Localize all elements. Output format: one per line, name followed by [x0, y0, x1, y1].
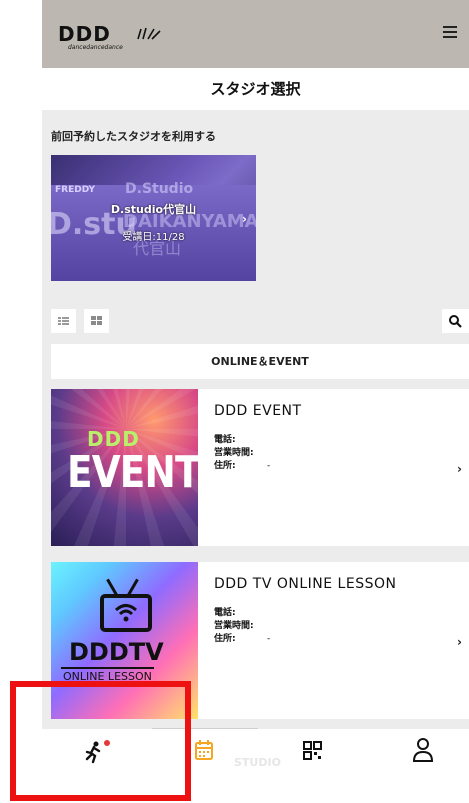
phone-label: 電話: — [214, 435, 236, 445]
address-value: - — [267, 634, 271, 644]
app-screen: DDD dancedancedance スタジオ選択 前回予約したスタジオを利用… — [42, 0, 469, 803]
thumbnail-text-line2: EVENT — [67, 447, 198, 498]
studio-name: DDD TV ONLINE LESSON — [214, 576, 397, 592]
page-title-bar: スタジオ選択 — [42, 68, 469, 110]
phone-label: 電話: — [214, 608, 236, 618]
previous-studio-name: D.studio代官山 — [110, 203, 197, 216]
studio-info: 電話: 営業時間: 住所: - — [214, 607, 270, 646]
previous-studio-date: 受講日:11/28 — [122, 232, 185, 243]
nav-lesson[interactable] — [42, 729, 149, 803]
notification-badge — [104, 740, 110, 746]
address-row: 住所: - — [214, 633, 270, 646]
chevron-right-icon: › — [457, 635, 462, 649]
logo-text: DDD — [58, 22, 111, 46]
thumbnail-text-line1: DDDTV — [69, 638, 164, 666]
studio-watermark-line1: D.Studio — [125, 181, 194, 197]
tv-wifi-icon — [100, 594, 152, 632]
previous-studio-card[interactable]: FREDDY D.stu D.Studio DAIKANYAMA 代官山 D.s… — [51, 155, 256, 281]
studio-thumbnail: DDD EVENT — [51, 389, 198, 546]
nav-studio-label: STUDIO — [234, 756, 281, 769]
hamburger-menu-icon[interactable] — [443, 26, 457, 38]
studio-info: 電話: 営業時間: 住所: - — [214, 434, 270, 473]
address-label: 住所: — [214, 634, 236, 644]
search-button[interactable] — [442, 309, 469, 333]
studio-name: DDD EVENT — [214, 403, 302, 419]
running-person-icon — [85, 740, 110, 764]
category-filter-label: ONLINE＆EVENT — [211, 355, 309, 368]
list-view-button[interactable] — [51, 309, 76, 333]
chevron-right-icon: › — [457, 462, 462, 476]
search-icon — [449, 315, 462, 328]
grid-view-button[interactable] — [84, 309, 109, 333]
address-value: - — [267, 461, 271, 471]
address-label: 住所: — [214, 461, 236, 471]
studio-card-ddd-tv-online-lesson[interactable]: DDDTV ONLINE LESSON DDD TV ONLINE LESSON… — [51, 562, 469, 719]
hours-label: 営業時間: — [214, 621, 254, 631]
logo-rays-icon — [137, 27, 161, 40]
app-header: DDD dancedancedance — [42, 0, 469, 68]
page-title: スタジオ選択 — [210, 80, 301, 98]
ddd-logo[interactable]: DDD dancedancedance — [58, 22, 161, 51]
studio-photo-sign: FREDDY — [55, 185, 96, 195]
nav-profile[interactable] — [363, 729, 469, 803]
address-row: 住所: - — [214, 460, 270, 473]
category-filter-online-event[interactable]: ONLINE＆EVENT — [51, 344, 469, 379]
previous-studio-label: 前回予約したスタジオを利用する — [51, 130, 216, 143]
hours-label: 営業時間: — [214, 448, 254, 458]
user-profile-icon — [412, 738, 434, 762]
thumbnail-text-line2: ONLINE LESSON — [61, 667, 154, 686]
list-view-icon — [58, 317, 69, 325]
chevron-right-icon: › — [242, 212, 247, 226]
studio-thumbnail: DDDTV ONLINE LESSON — [51, 562, 198, 719]
studio-card-ddd-event[interactable]: DDD EVENT DDD EVENT 電話: 営業時間: 住所: - › — [51, 389, 469, 546]
grid-view-icon — [91, 316, 102, 325]
logo-subtext: dancedancedance — [68, 44, 123, 51]
